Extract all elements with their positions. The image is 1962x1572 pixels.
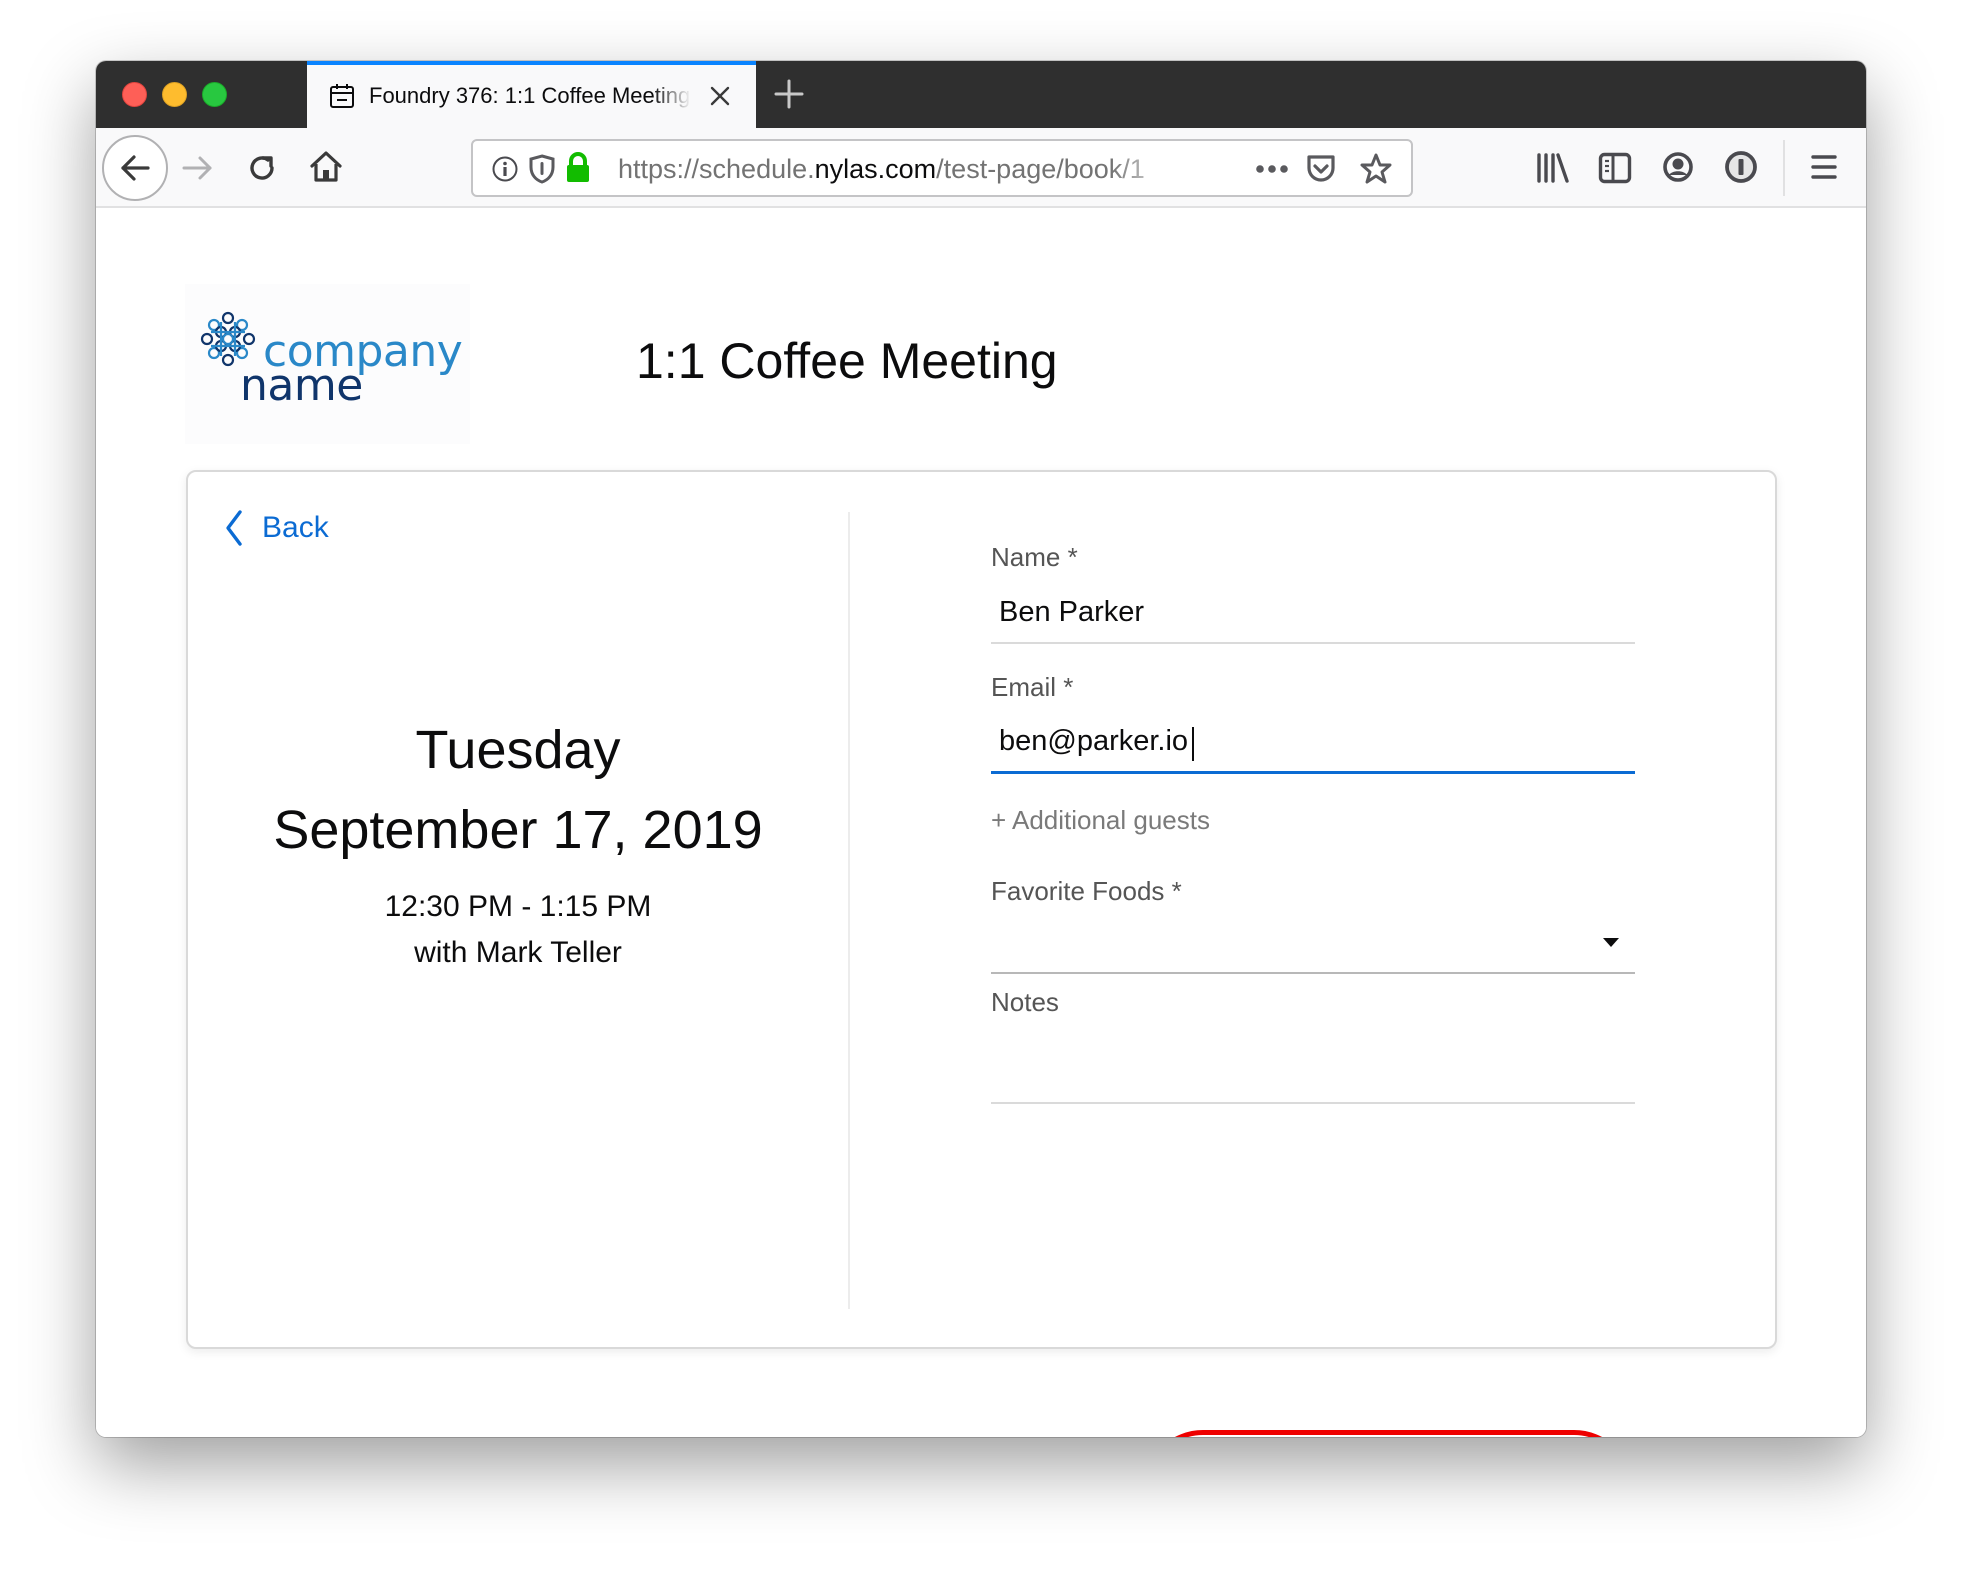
- account-icon[interactable]: [1662, 151, 1694, 183]
- url-domain: nylas.com: [814, 154, 937, 184]
- highlight-annotation: [1143, 1430, 1634, 1437]
- favorite-foods-label: Favorite Foods *: [991, 876, 1182, 906]
- home-button[interactable]: [305, 146, 347, 188]
- toolbar-separator: [1783, 140, 1785, 196]
- text-caret: [1192, 727, 1194, 761]
- notes-label: Notes: [991, 987, 1059, 1017]
- url-path: /test-page/book/1: [936, 154, 1145, 184]
- tab-strip: Foundry 376: 1:1 Coffee Meeting: [96, 61, 1866, 128]
- additional-guests-link[interactable]: + Additional guests: [991, 805, 1210, 836]
- url-bar[interactable]: https://schedule.nylas.com/test-page/boo…: [471, 139, 1413, 197]
- page-actions-ellipsis-icon[interactable]: [1255, 163, 1289, 175]
- logo-text-name: name: [240, 360, 363, 411]
- arrow-left-icon: [121, 155, 150, 181]
- url-text[interactable]: https://schedule.nylas.com/test-page/boo…: [618, 154, 1178, 184]
- hamburger-menu-icon[interactable]: [1810, 152, 1838, 182]
- notes-input[interactable]: [991, 1042, 1635, 1104]
- home-icon: [310, 151, 342, 182]
- column-divider: [848, 512, 850, 1309]
- name-label: Name *: [991, 542, 1078, 572]
- event-time: 12:30 PM - 1:15 PM: [384, 890, 652, 923]
- company-logo: company name: [185, 284, 470, 444]
- forward-button[interactable]: [178, 148, 218, 188]
- reload-button[interactable]: [242, 148, 282, 188]
- back-link[interactable]: Back: [224, 508, 329, 548]
- email-label: Email *: [991, 672, 1074, 702]
- caret-down-icon: [1603, 938, 1619, 947]
- browser-window: Foundry 376: 1:1 Coffee Meeting https://…: [96, 61, 1866, 1437]
- reload-icon: [250, 156, 274, 180]
- event-date: September 17, 2019: [273, 800, 763, 860]
- calendar-icon: [330, 84, 354, 108]
- lock-icon[interactable]: [565, 152, 591, 184]
- close-icon[interactable]: [707, 83, 733, 109]
- name-input[interactable]: [991, 582, 1635, 644]
- tracking-shield-icon[interactable]: [529, 154, 555, 184]
- close-window-button[interactable]: [122, 82, 147, 107]
- bookmark-star-icon[interactable]: [1359, 152, 1393, 186]
- booking-card: Back Tuesday September 17, 2019 12:30 PM…: [186, 470, 1777, 1437]
- nav-toolbar: https://schedule.nylas.com/test-page/boo…: [96, 128, 1866, 208]
- sidebar-icon[interactable]: [1598, 152, 1632, 184]
- back-label: Back: [262, 511, 329, 544]
- zoom-window-button[interactable]: [202, 82, 227, 107]
- password-manager-icon[interactable]: [1724, 150, 1758, 184]
- tab-active[interactable]: Foundry 376: 1:1 Coffee Meeting: [307, 61, 756, 128]
- chevron-left-icon: [226, 510, 242, 546]
- pocket-icon[interactable]: [1305, 153, 1337, 185]
- event-host: with Mark Teller: [414, 936, 622, 969]
- minimize-window-button[interactable]: [162, 82, 187, 107]
- favorite-foods-select[interactable]: [991, 922, 1635, 974]
- arrow-right-icon: [182, 156, 212, 180]
- library-icon[interactable]: [1536, 152, 1570, 184]
- back-button[interactable]: [102, 135, 168, 201]
- page-content: company name 1:1 Coffee Meeting Back Tue…: [96, 208, 1866, 1437]
- email-input[interactable]: [991, 712, 1635, 774]
- url-prefix: https://schedule.: [618, 154, 815, 184]
- plus-icon[interactable]: [771, 76, 807, 112]
- event-summary: Tuesday September 17, 2019 12:30 PM - 1:…: [188, 710, 848, 976]
- info-icon[interactable]: [491, 155, 519, 183]
- tab-title: Foundry 376: 1:1 Coffee Meeting: [369, 83, 691, 108]
- event-day: Tuesday: [415, 720, 621, 780]
- page-title: 1:1 Coffee Meeting: [636, 333, 1058, 389]
